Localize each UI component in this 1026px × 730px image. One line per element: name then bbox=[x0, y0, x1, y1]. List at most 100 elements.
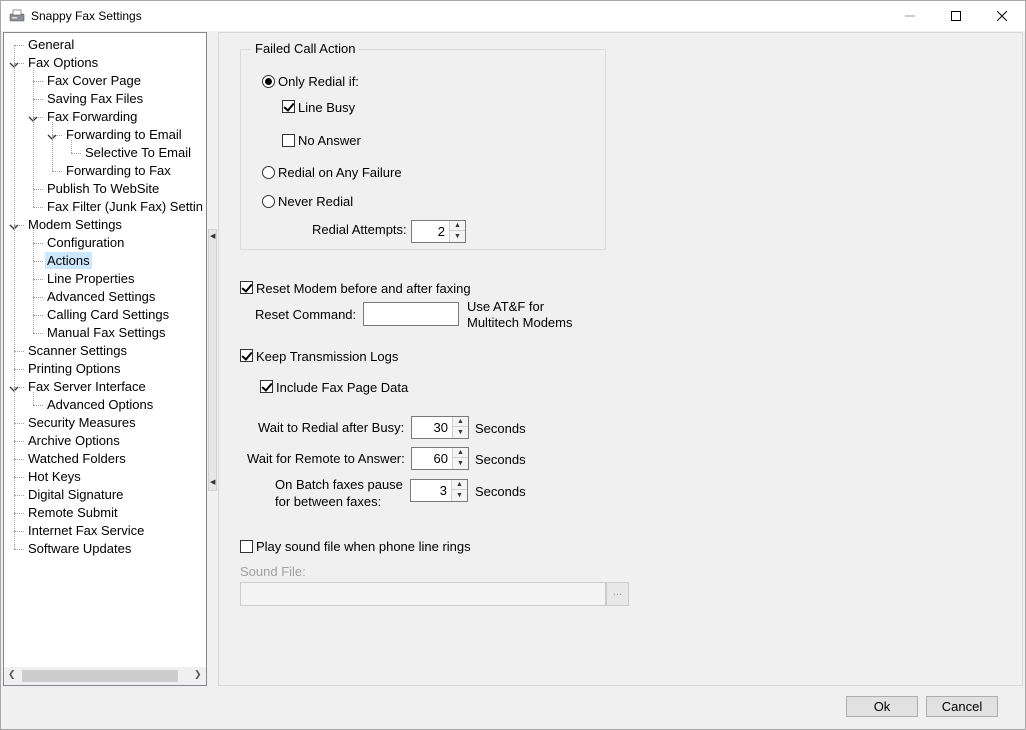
spin-down-icon[interactable]: ▼ bbox=[452, 490, 467, 500]
reset-hint-line2: Multitech Modems bbox=[467, 315, 573, 330]
tree-item[interactable]: Configuration bbox=[45, 234, 126, 251]
reset-modem-checkbox[interactable] bbox=[240, 281, 253, 294]
sound-file-label: Sound File: bbox=[240, 564, 306, 579]
tree-connector bbox=[52, 171, 62, 172]
tree-item[interactable]: Archive Options bbox=[26, 432, 122, 449]
redial-any-failure-radio[interactable] bbox=[262, 166, 275, 179]
spin-down-icon[interactable]: ▼ bbox=[453, 458, 468, 468]
line-busy-label[interactable]: Line Busy bbox=[298, 100, 355, 115]
tree-item[interactable]: Actions bbox=[45, 252, 92, 269]
tree-connector bbox=[33, 315, 43, 316]
tree-connector bbox=[33, 81, 43, 82]
tree-item[interactable]: Fax Server Interface bbox=[26, 378, 148, 395]
spin-up-icon[interactable]: ▲ bbox=[453, 448, 468, 458]
tree-item[interactable]: Saving Fax Files bbox=[45, 90, 145, 107]
minimize-button[interactable] bbox=[887, 1, 933, 31]
tree-item[interactable]: Fax Filter (Junk Fax) Settin bbox=[45, 198, 205, 215]
only-redial-label[interactable]: Only Redial if: bbox=[278, 74, 359, 89]
maximize-button[interactable] bbox=[933, 1, 979, 31]
tree-item[interactable]: Advanced Settings bbox=[45, 288, 157, 305]
tree-item[interactable]: Scanner Settings bbox=[26, 342, 129, 359]
reset-hint-line1: Use AT&F for bbox=[467, 299, 545, 314]
tree-connector bbox=[33, 261, 43, 262]
scroll-left-icon[interactable]: ❮ bbox=[8, 669, 16, 680]
tree-connector bbox=[33, 207, 43, 208]
tree-connector bbox=[14, 45, 24, 46]
tree-item[interactable]: Printing Options bbox=[26, 360, 123, 377]
browse-sound-button[interactable]: ... bbox=[606, 582, 629, 606]
cancel-button[interactable]: Cancel bbox=[926, 696, 998, 717]
spin-down-icon[interactable]: ▼ bbox=[453, 427, 468, 437]
wait-busy-value[interactable]: 30 bbox=[434, 420, 448, 435]
tree-connector bbox=[33, 68, 34, 207]
keep-logs-checkbox[interactable] bbox=[240, 349, 253, 362]
no-answer-label[interactable]: No Answer bbox=[298, 133, 361, 148]
tree-item[interactable]: General bbox=[26, 36, 76, 53]
reset-command-input[interactable] bbox=[363, 302, 459, 326]
tree-connector bbox=[33, 392, 34, 405]
spin-up-icon[interactable]: ▲ bbox=[452, 480, 467, 490]
never-redial-label[interactable]: Never Redial bbox=[278, 194, 353, 209]
tree-item[interactable]: Forwarding to Fax bbox=[64, 162, 173, 179]
settings-window: Snappy Fax Settings General Fax Options Fa… bbox=[0, 0, 1026, 730]
scroll-right-icon[interactable]: ❯ bbox=[194, 669, 202, 680]
tree-item[interactable]: Internet Fax Service bbox=[26, 522, 146, 539]
tree-item[interactable]: Publish To WebSite bbox=[45, 180, 161, 197]
tree-item[interactable]: Calling Card Settings bbox=[45, 306, 171, 323]
line-busy-checkbox[interactable] bbox=[282, 100, 295, 113]
wait-remote-value[interactable]: 60 bbox=[434, 451, 448, 466]
tree-connector bbox=[14, 495, 24, 496]
spin-up-icon[interactable]: ▲ bbox=[453, 417, 468, 427]
redial-any-failure-label[interactable]: Redial on Any Failure bbox=[278, 165, 402, 180]
batch-pause-value[interactable]: 3 bbox=[440, 483, 447, 498]
never-redial-radio[interactable] bbox=[262, 195, 275, 208]
tree-item[interactable]: Manual Fax Settings bbox=[45, 324, 168, 341]
tree-item[interactable]: Fax Options bbox=[26, 54, 100, 71]
tree-item[interactable]: Forwarding to Email bbox=[64, 126, 184, 143]
tree-connector bbox=[14, 549, 24, 550]
tree-item[interactable]: Software Updates bbox=[26, 540, 133, 557]
tree-connector bbox=[52, 122, 53, 171]
tree-item[interactable]: Fax Forwarding bbox=[45, 108, 139, 125]
close-button[interactable] bbox=[979, 1, 1025, 31]
tree-item[interactable]: Fax Cover Page bbox=[45, 72, 143, 89]
wait-busy-stepper[interactable]: 30 ▲ ▼ bbox=[411, 416, 469, 439]
tree-item[interactable]: Digital Signature bbox=[26, 486, 125, 503]
title-bar[interactable]: Snappy Fax Settings bbox=[1, 1, 1025, 31]
no-answer-checkbox[interactable] bbox=[282, 134, 295, 147]
tree-item[interactable]: Security Measures bbox=[26, 414, 138, 431]
reset-modem-label[interactable]: Reset Modem before and after faxing bbox=[256, 281, 471, 296]
collapse-left-icon[interactable]: ◀ bbox=[210, 232, 215, 240]
only-redial-radio[interactable] bbox=[262, 75, 275, 88]
tree-horizontal-scrollbar[interactable]: ❮ ❯ bbox=[3, 667, 207, 686]
tree-item[interactable]: Modem Settings bbox=[26, 216, 124, 233]
batch-pause-stepper[interactable]: 3 ▲ ▼ bbox=[410, 479, 468, 502]
tree-item[interactable]: Selective To Email bbox=[83, 144, 193, 161]
spin-down-icon[interactable]: ▼ bbox=[450, 231, 465, 241]
settings-tree[interactable]: General Fax Options Fax Cover Page Saving F… bbox=[3, 32, 207, 686]
tree-connector bbox=[33, 297, 43, 298]
panel-splitter[interactable]: ◀ ◀ bbox=[208, 229, 217, 491]
include-fax-page-label[interactable]: Include Fax Page Data bbox=[276, 380, 408, 395]
redial-attempts-stepper[interactable]: 2 ▲ ▼ bbox=[411, 220, 466, 243]
scrollbar-thumb[interactable] bbox=[22, 670, 178, 682]
play-sound-label[interactable]: Play sound file when phone line rings bbox=[256, 539, 471, 554]
tree-item[interactable]: Remote Submit bbox=[26, 504, 120, 521]
group-title: Failed Call Action bbox=[251, 41, 360, 56]
play-sound-checkbox[interactable] bbox=[240, 540, 253, 553]
tree-item[interactable]: Hot Keys bbox=[26, 468, 83, 485]
sound-file-input[interactable] bbox=[240, 582, 606, 606]
window-title: Snappy Fax Settings bbox=[31, 9, 142, 23]
tree-item[interactable]: Watched Folders bbox=[26, 450, 128, 467]
include-fax-page-checkbox[interactable] bbox=[260, 380, 273, 393]
collapse-left-icon-bottom[interactable]: ◀ bbox=[210, 478, 215, 486]
tree-item[interactable]: Advanced Options bbox=[45, 396, 155, 413]
tree-connector bbox=[33, 99, 43, 100]
keep-logs-label[interactable]: Keep Transmission Logs bbox=[256, 349, 398, 364]
tree-connector bbox=[14, 45, 15, 549]
spin-up-icon[interactable]: ▲ bbox=[450, 221, 465, 231]
redial-attempts-value[interactable]: 2 bbox=[438, 224, 445, 239]
wait-remote-stepper[interactable]: 60 ▲ ▼ bbox=[411, 447, 469, 470]
tree-item[interactable]: Line Properties bbox=[45, 270, 136, 287]
ok-button[interactable]: Ok bbox=[846, 696, 918, 717]
